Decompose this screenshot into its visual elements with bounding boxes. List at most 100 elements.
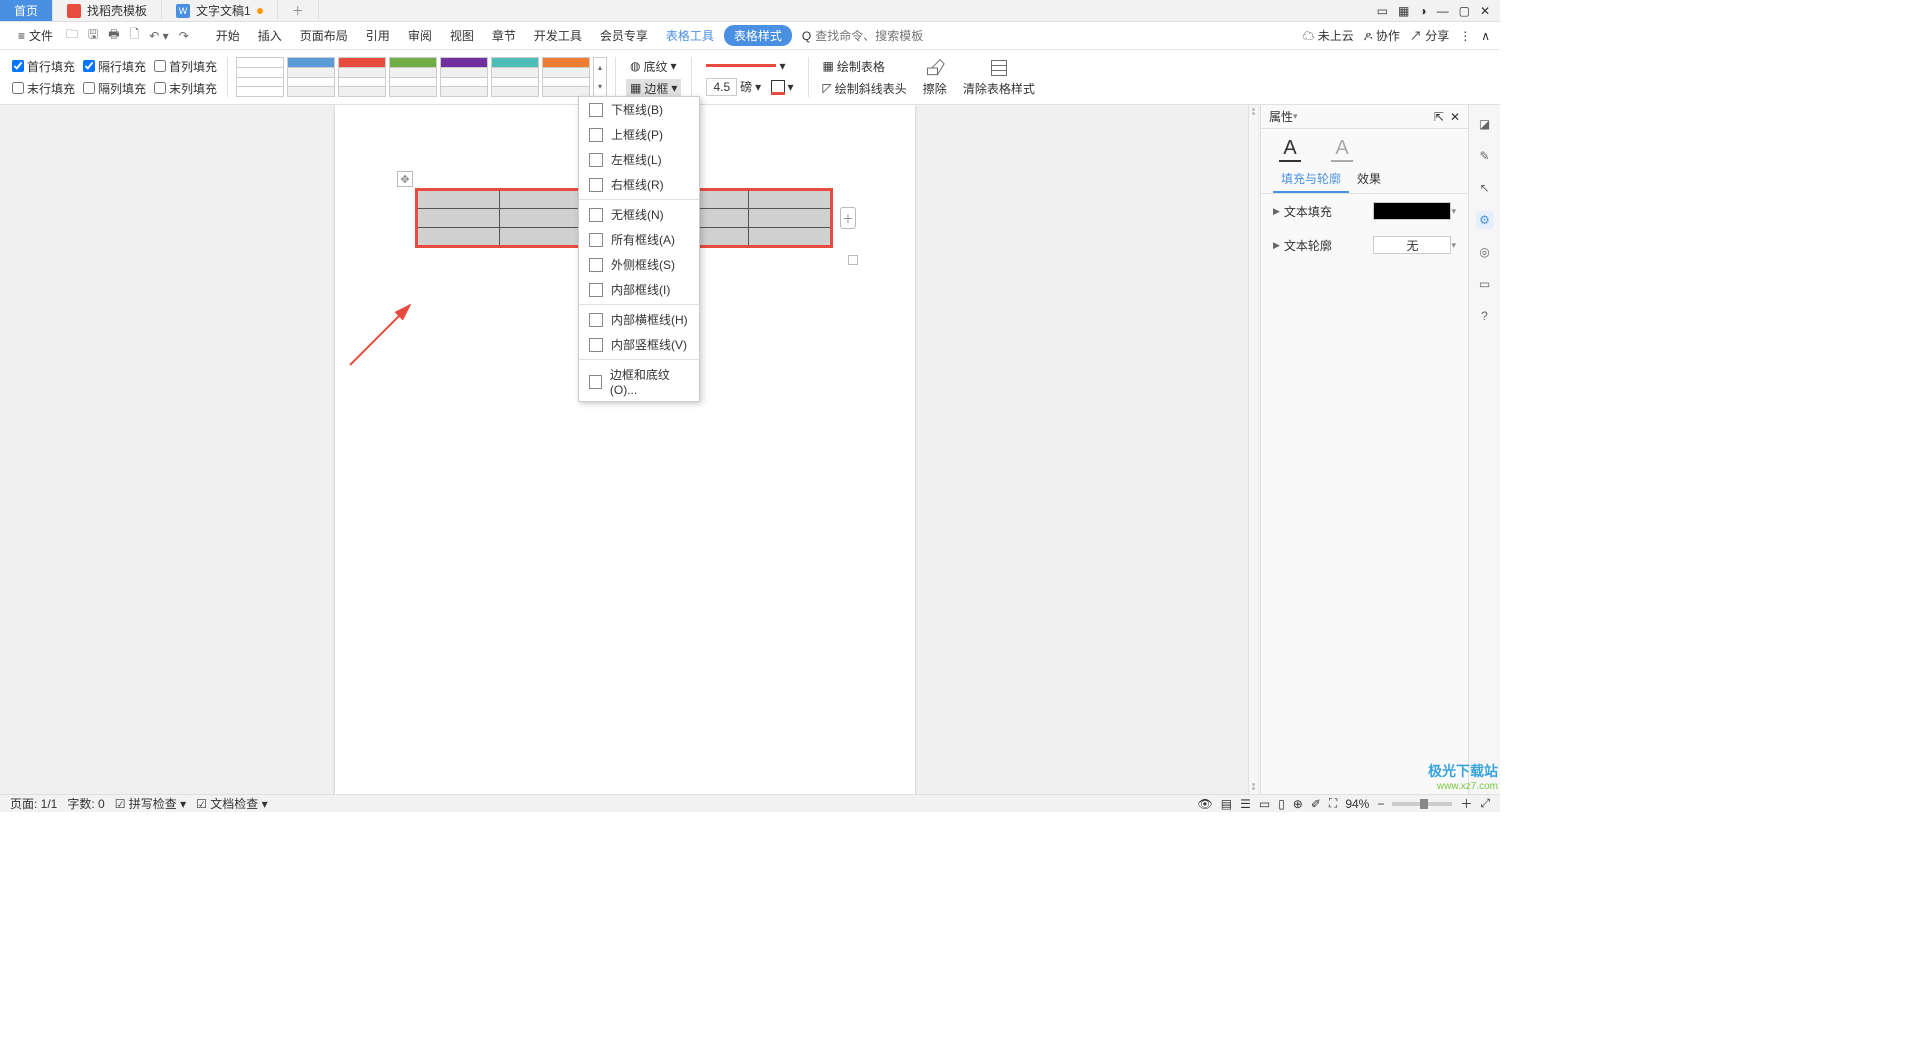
page-status[interactable]: 页面: 1/1 [10, 795, 57, 812]
check-firstcol[interactable]: 首列填充 [154, 58, 217, 75]
style-plain[interactable] [236, 57, 284, 97]
fullscreen-icon[interactable]: ⤢ [1480, 796, 1490, 811]
line-weight[interactable]: 4.5磅▾ ▾ [702, 77, 797, 97]
border-none[interactable]: 无框线(N) [579, 202, 699, 227]
text-style-a[interactable]: A [1279, 137, 1301, 162]
tab-tabletool[interactable]: 表格工具 [658, 25, 722, 46]
tab-template[interactable]: 找稻壳模板 [53, 0, 162, 21]
style-purple[interactable] [440, 57, 488, 97]
zoom-value[interactable]: 94% [1345, 797, 1369, 811]
sidebar-settings-icon[interactable]: ⚙ [1476, 211, 1494, 229]
shading-button[interactable]: ◍底纹▾ [626, 57, 681, 76]
save-icon[interactable]: 🖫 [83, 25, 103, 46]
draw-diagonal[interactable]: ◸绘制斜线表头 [819, 79, 911, 98]
search-input[interactable] [815, 29, 935, 43]
maximize-icon[interactable]: ▢ [1459, 4, 1470, 18]
open-icon[interactable]: 🗀 [61, 25, 83, 46]
sidebar-book-icon[interactable]: ▭ [1476, 275, 1494, 293]
cloud-status[interactable]: ☁ 未上云 [1302, 27, 1353, 44]
tab-document[interactable]: W文字文稿1 [162, 0, 278, 21]
undo-icon[interactable]: ↶ ▾ [144, 29, 173, 43]
tab-dev[interactable]: 开发工具 [526, 25, 590, 46]
line-style[interactable]: ▾ [702, 58, 797, 74]
border-button[interactable]: ▦边框▾ [626, 79, 681, 98]
tab-start[interactable]: 开始 [208, 25, 248, 46]
view-outline-icon[interactable]: ☰ [1240, 797, 1251, 811]
style-orange[interactable] [542, 57, 590, 97]
view-read-icon[interactable]: ▯ [1278, 797, 1285, 811]
apps-icon[interactable]: ▦ [1398, 4, 1409, 18]
layout-icon[interactable]: ▭ [1377, 4, 1388, 18]
border-inside-h[interactable]: 内部横框线(H) [579, 307, 699, 332]
tab-view[interactable]: 视图 [442, 25, 482, 46]
text-fill-row[interactable]: ▶文本填充▾ [1261, 194, 1468, 228]
style-green[interactable] [389, 57, 437, 97]
pin-icon[interactable]: ⇱ [1434, 110, 1444, 124]
check-lastcol[interactable]: 末列填充 [154, 80, 217, 97]
view-page-icon[interactable]: ▤ [1221, 797, 1232, 811]
preview-icon[interactable]: 🗋 [125, 25, 145, 46]
minimize-icon[interactable]: — [1437, 4, 1449, 18]
outline-value[interactable]: 无 [1373, 236, 1451, 254]
erase-button[interactable]: 擦除 [917, 56, 953, 99]
sidebar-pen-icon[interactable]: ✎ [1476, 147, 1494, 165]
border-inside-v[interactable]: 内部竖框线(V) [579, 332, 699, 357]
tab-new[interactable]: ＋ [278, 0, 319, 21]
file-menu[interactable]: ≡文件 [10, 27, 61, 44]
zoom-in-icon[interactable]: ＋ [1460, 795, 1472, 812]
sidebar-location-icon[interactable]: ◎ [1476, 243, 1494, 261]
tab-reference[interactable]: 引用 [358, 25, 398, 46]
border-top[interactable]: 上框线(P) [579, 122, 699, 147]
clear-style-button[interactable]: 清除表格样式 [957, 56, 1041, 99]
border-left[interactable]: 左框线(L) [579, 147, 699, 172]
tab-pagelayout[interactable]: 页面布局 [292, 25, 356, 46]
search-box[interactable]: Q [802, 29, 935, 43]
tab-member[interactable]: 会员专享 [592, 25, 656, 46]
border-bottom[interactable]: 下框线(B) [579, 97, 699, 122]
word-count[interactable]: 字数: 0 [67, 795, 104, 812]
tab-tablestyle[interactable]: 表格样式 [724, 25, 792, 46]
collapse-icon[interactable]: ∧ [1481, 29, 1490, 43]
pen-color-icon[interactable] [771, 80, 785, 94]
skin-icon[interactable]: ◑ [1419, 4, 1426, 18]
more-icon[interactable]: ⋮ [1459, 29, 1471, 43]
style-more[interactable]: ▴▾ [593, 57, 607, 97]
sidebar-daoke-icon[interactable]: ◪ [1476, 115, 1494, 133]
table-move-handle[interactable]: ✥ [397, 171, 413, 187]
zoom-slider[interactable] [1392, 802, 1452, 806]
border-right[interactable]: 右框线(R) [579, 172, 699, 197]
sidebar-select-icon[interactable]: ↖ [1476, 179, 1494, 197]
text-style-a2[interactable]: A [1331, 137, 1353, 162]
table-resize-handle[interactable] [848, 255, 858, 265]
share-button[interactable]: ↗ 分享 [1410, 27, 1449, 44]
check-bandrow[interactable]: 隔行填充 [83, 58, 146, 75]
sidebar-help-icon[interactable]: ? [1476, 307, 1494, 325]
panel-close-icon[interactable]: ✕ [1450, 110, 1460, 124]
redo-icon[interactable]: ↷ [174, 29, 194, 43]
border-dialog[interactable]: 边框和底纹(O)... [579, 362, 699, 401]
style-teal[interactable] [491, 57, 539, 97]
close-icon[interactable]: ✕ [1480, 4, 1490, 18]
border-outside[interactable]: 外侧框线(S) [579, 252, 699, 277]
fill-color-swatch[interactable] [1373, 202, 1451, 220]
fit-icon[interactable]: ⛶ [1329, 796, 1337, 811]
check-firstrow[interactable]: 首行填充 [12, 58, 75, 75]
table-add-handle[interactable]: ＋ [840, 207, 856, 229]
tab-home[interactable]: 首页 [0, 0, 53, 21]
doccheck[interactable]: ☑ 文档检查 ▾ [196, 795, 267, 812]
coop-button[interactable]: ዶ 协作 [1364, 27, 1400, 44]
border-inside[interactable]: 内部框线(I) [579, 277, 699, 302]
tab-chapter[interactable]: 章节 [484, 25, 524, 46]
draw-table[interactable]: ▦绘制表格 [819, 57, 911, 76]
check-lastrow[interactable]: 末行填充 [12, 80, 75, 97]
spellcheck[interactable]: ☑ 拼写检查 ▾ [115, 795, 186, 812]
style-blue[interactable] [287, 57, 335, 97]
eye-icon[interactable]: 👁 [1198, 797, 1213, 811]
tab-fill-outline[interactable]: 填充与轮廓 [1273, 166, 1349, 193]
tab-effect[interactable]: 效果 [1349, 166, 1389, 193]
style-red[interactable] [338, 57, 386, 97]
print-icon[interactable]: 🖶 [103, 25, 124, 46]
view-web-icon[interactable]: ▭ [1259, 797, 1270, 811]
text-outline-row[interactable]: ▶文本轮廓无▾ [1261, 228, 1468, 262]
tab-insert[interactable]: 插入 [250, 25, 290, 46]
